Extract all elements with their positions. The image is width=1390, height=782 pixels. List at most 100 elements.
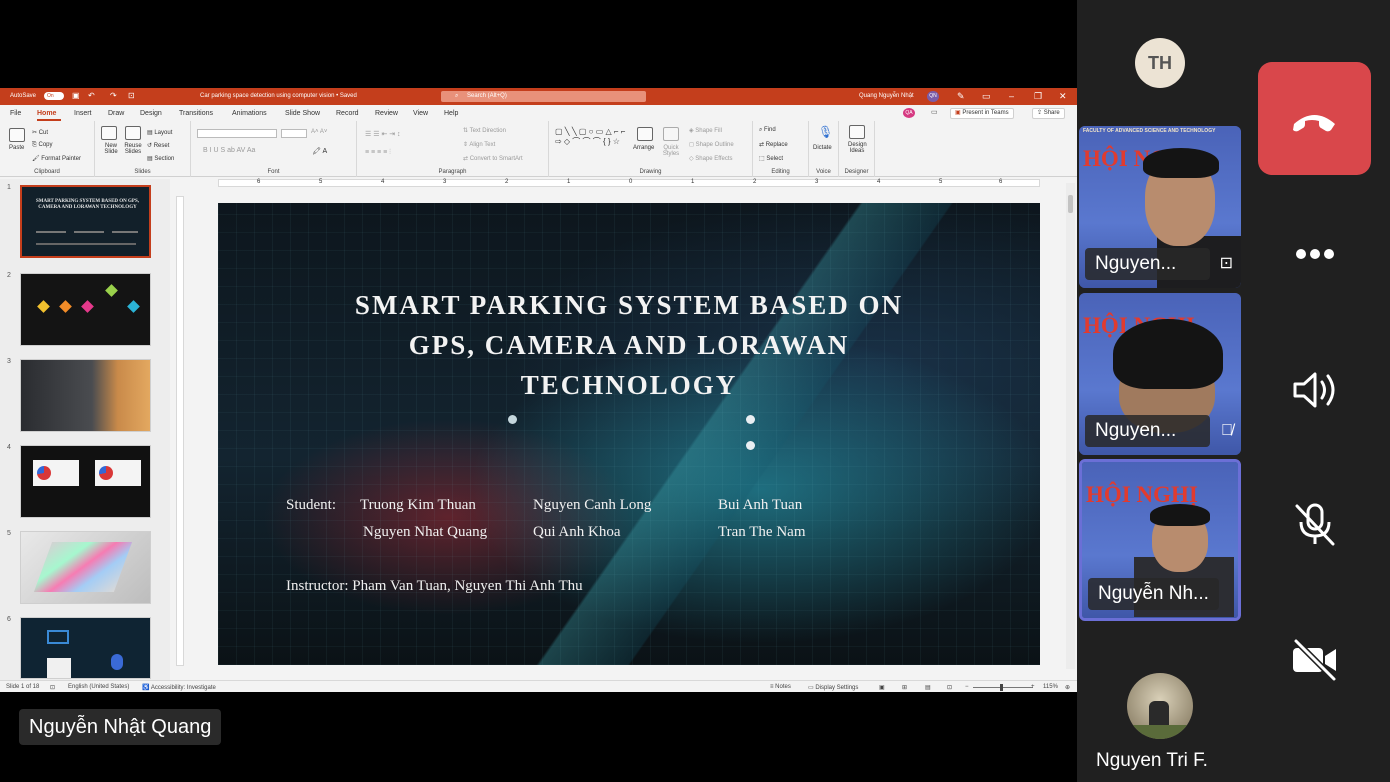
reading-view-icon[interactable]: ▤ [925,684,931,691]
tab-home[interactable]: Home [37,110,56,117]
zoom-in-icon[interactable]: + [1031,684,1035,690]
font-grow-icon[interactable]: A˄ A˅ [311,129,327,135]
pen-icon[interactable]: ✎ [957,90,965,102]
normal-view-icon[interactable]: ▣ [879,684,885,691]
participant-avatar-photo[interactable] [1127,673,1193,739]
present-icon[interactable]: ⊡ [128,91,135,101]
convert-smartart-button[interactable]: ⇄ Convert to SmartArt [463,155,523,162]
slide-thumbnail-2[interactable] [20,273,151,346]
tab-transitions[interactable]: Transitions [179,110,213,117]
participant-video-tile-active[interactable]: HỘI NGHỊ Nguyễn Nh... [1079,459,1241,621]
tab-help[interactable]: Help [444,110,458,117]
undo-icon[interactable]: ↶ [88,91,95,101]
reset-button[interactable]: ↺ Reset [147,142,169,149]
quick-styles-icon[interactable] [663,127,679,141]
slide-thumbnails-pane[interactable]: 1 SMART PARKING SYSTEM BASED ON GPS, CAM… [0,179,170,680]
vertical-scrollbar[interactable] [1066,183,1075,669]
spellcheck-icon[interactable]: ⊡ [50,684,55,691]
save-icon[interactable]: ▣ [72,91,80,101]
camera-button[interactable] [1290,638,1340,682]
tab-animations[interactable]: Animations [232,110,267,117]
tab-design[interactable]: Design [140,110,162,117]
font-format-buttons[interactable]: B I U S ab AV Aa [203,147,255,154]
user-name[interactable]: Quang Nguyễn Nhật [859,93,914,99]
font-size-select[interactable] [281,129,307,138]
format-painter-button[interactable]: 🖌 Format Painter [32,155,81,162]
cut-button[interactable]: ✂ Cut [32,129,48,136]
share-button[interactable]: ⇪ Share [1032,108,1065,119]
search-input[interactable]: ⌕ Search (Alt+Q) [441,91,646,102]
zoom-out-icon[interactable]: − [965,684,969,690]
slide-thumbnail-3[interactable] [20,359,151,432]
autosave-toggle[interactable]: On [44,92,64,100]
pin-icon[interactable]: ⊡ [1220,253,1233,273]
shape-fill-button[interactable]: ◈ Shape Fill [689,127,722,134]
shape-effects-button[interactable]: ◇ Shape Effects [689,155,733,162]
font-color-icon[interactable]: 🖍 A [312,147,327,155]
slide-thumbnail-6[interactable] [20,617,151,679]
quick-styles-button[interactable]: Quick Styles [661,145,681,157]
slideshow-view-icon[interactable]: ⊡ [947,684,952,691]
zoom-level[interactable]: 115% [1043,684,1058,690]
slide-thumbnail-5[interactable] [20,531,151,604]
paste-icon[interactable] [9,128,25,142]
find-button[interactable]: ⌕ Find [759,127,776,134]
participant-video-tile[interactable]: FACULTY OF ADVANCED SCIENCE AND TECHNOLO… [1079,126,1241,288]
participant-avatar[interactable]: TH [1135,38,1185,88]
reuse-slides-button[interactable]: Reuse Slides [123,143,143,155]
scrollbar-thumb[interactable] [1068,195,1073,213]
select-button[interactable]: ⬚ Select [759,155,783,162]
slide-thumbnail-4[interactable] [20,445,151,518]
copy-button[interactable]: ⎘ Copy [32,142,53,149]
redo-icon[interactable]: ↷ [110,91,117,101]
tab-record[interactable]: Record [336,110,359,117]
dictate-button[interactable]: Dictate [813,145,832,151]
tab-insert[interactable]: Insert [74,110,92,117]
restore-icon[interactable]: ❐ [1034,90,1042,102]
tab-draw[interactable]: Draw [108,110,124,117]
minimize-icon[interactable]: – [1009,90,1014,102]
participant-video-tile[interactable]: HỘI NGHỊ Nguyen... 🎙̸ [1079,293,1241,455]
list-buttons[interactable]: ☰ ☰ ⇤ ⇥ ↕ [365,130,401,138]
arrange-icon[interactable] [637,127,653,141]
ribbon-display-icon[interactable]: ▭ [982,90,991,102]
reuse-slides-icon[interactable] [125,126,141,140]
zoom-slider-track[interactable] [973,687,1033,688]
more-button[interactable] [1290,232,1340,276]
zoom-slider-knob[interactable] [1000,684,1003,691]
shape-outline-button[interactable]: ◻ Shape Outline [689,141,734,148]
paste-button[interactable]: Paste [9,145,24,151]
slide-thumbnail-1[interactable]: SMART PARKING SYSTEM BASED ON GPS, CAMER… [20,185,151,258]
slide-sorter-icon[interactable]: ⊞ [902,684,907,691]
user-avatar[interactable]: QN [927,91,939,102]
fit-slide-icon[interactable]: ⊕ [1065,684,1070,691]
mute-button[interactable] [1290,502,1340,546]
display-settings-button[interactable]: ▭ Display Settings [808,684,858,691]
current-slide[interactable]: SMART PARKING SYSTEM BASED ON GPS, CAMER… [218,203,1040,665]
design-ideas-icon[interactable] [849,125,865,139]
microphone-icon[interactable]: 🎙 [818,125,833,139]
layout-button[interactable]: ▤ Layout [147,129,172,136]
new-slide-icon[interactable] [101,126,117,140]
accessibility-status[interactable]: ♿ Accessibility: Investigate [142,684,216,691]
align-buttons[interactable]: ≡ ≡ ≡ ≡ ⫶ [365,149,391,157]
align-text-button[interactable]: ⇕ Align Text [463,141,495,148]
new-slide-button[interactable]: New Slide [99,143,123,155]
tab-view[interactable]: View [413,110,428,117]
section-button[interactable]: ▤ Section [147,155,174,162]
present-in-teams-button[interactable]: ▣ Present in Teams [950,108,1014,119]
notes-button[interactable]: ≡ Notes [770,684,791,690]
tab-review[interactable]: Review [375,110,398,117]
tab-slide-show[interactable]: Slide Show [285,110,320,117]
close-icon[interactable]: ✕ [1059,90,1067,102]
design-ideas-button[interactable]: Design Ideas [848,142,867,154]
shapes-gallery[interactable]: ▢ ╲ ╲ ▢ ○ ▭ △ ⌐ ⌐ ⇨ ◇ ⌒ ⌒ ⌒ { } ☆ [555,127,627,147]
end-call-button[interactable] [1258,62,1371,175]
comments-icon[interactable]: ▭ [931,108,938,116]
arrange-button[interactable]: Arrange [633,145,654,151]
language-status[interactable]: English (United States) [68,684,129,690]
tab-file[interactable]: File [10,110,21,117]
replace-button[interactable]: ⇄ Replace [759,141,788,148]
font-family-select[interactable] [197,129,277,138]
speaker-button[interactable] [1290,368,1340,412]
